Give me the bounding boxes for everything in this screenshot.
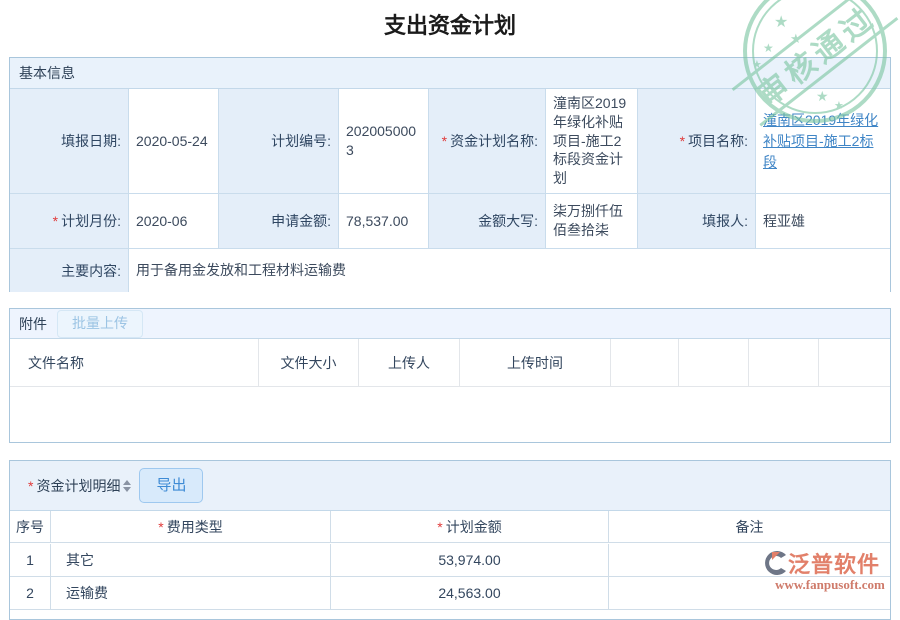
required-mark: * [53,213,58,229]
basic-info-section: 基本信息 填报日期: 2020-05-24 计划编号: 2020050003 *… [9,57,891,292]
row1-fee-type: 其它 [51,544,331,577]
plan-name-value: 潼南区2019年绿化补贴项目-施工2标段资金计划 [546,89,638,194]
col-upload-time: 上传时间 [460,339,611,387]
footer-logo: 泛普软件 www.fanpusoft.com [762,547,898,593]
amount-caps-value: 柒万捌仟伍佰叁拾柒 [546,194,638,249]
col-empty [819,339,890,387]
amount-value: 78,537.00 [339,194,429,249]
col-fee-type: *费用类型 [51,511,331,543]
filler-value: 程亚雄 [756,194,890,249]
details-table: 序号 *费用类型 *计划金额 备注 1 其它 53,974.00 2 运输费 2… [10,511,890,610]
col-uploader: 上传人 [359,339,460,387]
attachments-section: 附件 批量上传 文件名称 文件大小 上传人 上传时间 [9,308,891,443]
plan-name-label: *资金计划名称: [429,89,546,194]
col-file-name: 文件名称 [10,339,259,387]
details-header: * 资金计划明细 导出 [10,461,890,511]
star-icon: ★ [763,41,774,55]
fanpu-logo-icon [762,549,788,577]
row2-fee-type: 运输费 [51,577,331,610]
required-mark: * [680,133,685,149]
project-name-label: *项目名称: [638,89,756,194]
footer-logo-url[interactable]: www.fanpusoft.com [762,577,898,593]
row2-amount: 24,563.00 [331,577,609,610]
main-content-label: 主要内容: [10,249,129,292]
plan-no-value: 2020050003 [339,89,429,194]
plan-month-label: *计划月份: [10,194,129,249]
col-plan-amount: *计划金额 [331,511,609,543]
col-file-size: 文件大小 [259,339,359,387]
details-title: 资金计划明细 [36,476,120,496]
attachments-title: 附件 [19,314,47,334]
fill-date-value: 2020-05-24 [129,89,219,194]
plan-month-value: 2020-06 [129,194,219,249]
col-empty [611,339,679,387]
amount-caps-label: 金额大写: [429,194,546,249]
batch-upload-button[interactable]: 批量上传 [57,310,143,338]
fill-date-label: 填报日期: [10,89,129,194]
details-section: * 资金计划明细 导出 序号 *费用类型 *计划金额 备注 1 其它 53,97… [9,460,891,620]
project-name-value: 潼南区2019年绿化补贴项目-施工2标段 [756,89,890,194]
plan-no-label: 计划编号: [219,89,339,194]
sort-icon[interactable] [123,480,131,492]
footer-logo-name: 泛普软件 [788,547,880,579]
row2-seq: 2 [10,577,51,610]
row1-amount: 53,974.00 [331,544,609,577]
export-button[interactable]: 导出 [139,468,203,503]
col-empty [749,339,819,387]
amount-label: 申请金额: [219,194,339,249]
col-empty [679,339,749,387]
row1-seq: 1 [10,544,51,577]
basic-info-table: 填报日期: 2020-05-24 计划编号: 2020050003 *资金计划名… [10,89,890,292]
required-mark: * [158,519,163,535]
required-mark: * [442,133,447,149]
main-content-value: 用于备用金发放和工程材料运输费 [129,249,890,292]
basic-info-title: 基本信息 [19,63,75,83]
basic-info-header: 基本信息 [10,58,890,89]
col-note: 备注 [609,511,890,543]
attachments-table-header: 文件名称 文件大小 上传人 上传时间 [10,339,890,387]
required-mark: * [28,478,33,494]
required-mark: * [437,519,442,535]
attachments-header: 附件 批量上传 [10,309,890,339]
page-title: 支出资金计划 [0,8,900,40]
col-seq: 序号 [10,511,51,543]
project-link[interactable]: 潼南区2019年绿化补贴项目-施工2标段 [763,110,883,173]
filler-label: 填报人: [638,194,756,249]
